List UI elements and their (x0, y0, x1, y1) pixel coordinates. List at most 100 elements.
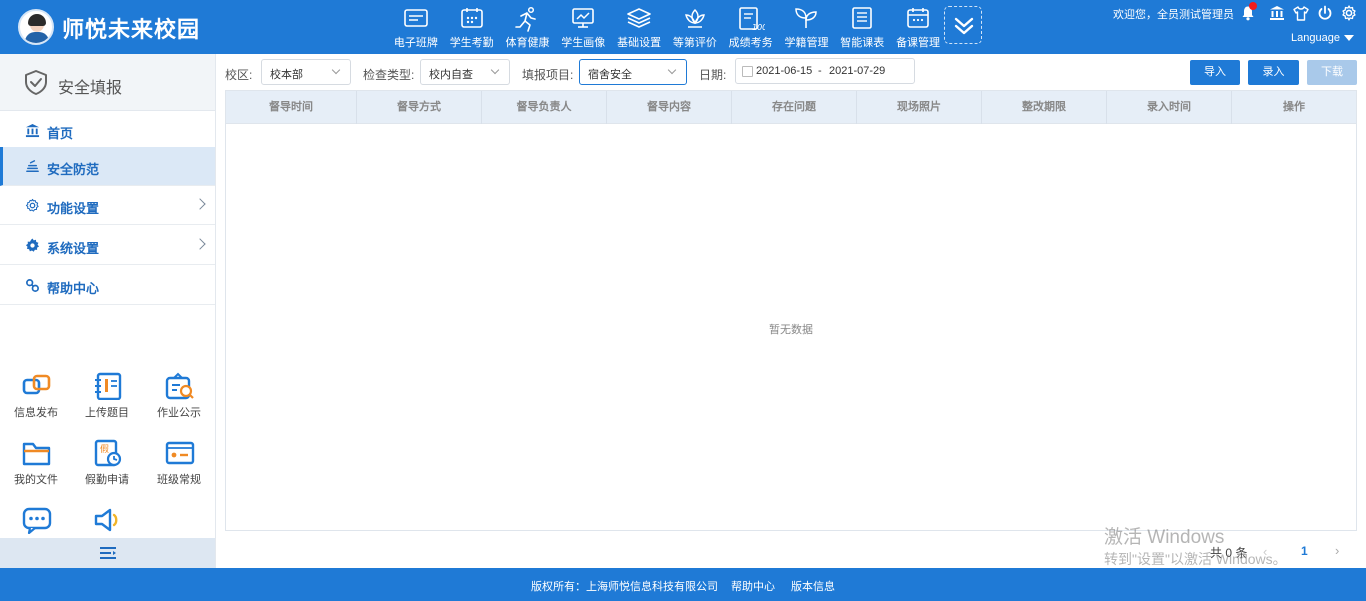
sidebar-item-label: 帮助中心 (47, 281, 100, 296)
notebook-icon (95, 372, 122, 400)
caret-down-icon (1343, 35, 1354, 42)
entry-button[interactable]: 录入 (1248, 60, 1299, 85)
footer: 版权所有：上海师悦信息科技有限公司 帮助中心 版本信息 (0, 568, 1366, 601)
download-button[interactable]: 下载 (1307, 60, 1357, 85)
footer-help-link[interactable]: 帮助中心 (731, 578, 775, 594)
welcome-text: 欢迎您，全员测试管理员 (1113, 9, 1234, 21)
nav-label: 学籍管理 (784, 37, 829, 49)
quick-label: 班级常规 (157, 474, 201, 486)
layers-icon (627, 8, 651, 28)
bank-icon[interactable] (1269, 5, 1285, 21)
nav-item-student-status[interactable]: 学籍管理 (779, 2, 835, 52)
id-card-icon (165, 441, 195, 465)
chevron-down-icon (667, 65, 677, 75)
quick-label: 作业公示 (157, 407, 201, 419)
pagination-page-1[interactable]: 1 (1301, 544, 1308, 558)
lotus-icon (684, 8, 705, 28)
date-separator: - (818, 65, 822, 77)
footer-copyright: 版权所有：上海师悦信息科技有限公司 (531, 581, 718, 593)
runner-icon (515, 6, 537, 32)
nav-more-button[interactable] (944, 6, 982, 44)
column-header: 督导负责人 (482, 91, 607, 124)
leave-form-icon: 假 (94, 439, 122, 467)
sidebar-item-label: 安全防范 (47, 162, 100, 177)
nav-item-attendance[interactable]: 学生考勤 (444, 2, 500, 52)
planner-icon (907, 8, 929, 28)
sidebar-item-system-settings[interactable]: 系统设置 (0, 226, 215, 265)
quick-upload-questions[interactable]: 上传题目 (77, 372, 137, 432)
quick-class-routine[interactable]: 班级常规 (149, 439, 209, 499)
nav-label: 基础设置 (617, 37, 662, 49)
message-cards-icon (22, 374, 51, 395)
column-header: 督导内容 (607, 91, 732, 124)
folder-icon (22, 442, 51, 466)
supervision-table: 督导时间 督导方式 督导负责人 督导内容 存在问题 现场照片 整改期限 录入时间… (225, 90, 1357, 531)
app-title: 师悦未来校园 (62, 17, 201, 42)
check-type-label: 检查类型: (363, 68, 415, 82)
monitor-chart-icon (572, 8, 595, 28)
column-header: 整改期限 (982, 91, 1107, 124)
gear-icon (25, 238, 40, 252)
nav-label: 电子班牌 (393, 37, 438, 49)
report-item-select[interactable]: 宿舍安全 (579, 59, 687, 85)
shirt-icon[interactable] (1293, 5, 1309, 21)
nav-item-student-portrait[interactable]: 学生画像 (555, 2, 611, 52)
quick-my-files[interactable]: 我的文件 (6, 439, 66, 499)
language-dropdown[interactable]: Language (1291, 32, 1354, 44)
sidebar-item-safety-prevention[interactable]: 安全防范 (0, 147, 215, 186)
power-icon[interactable] (1317, 5, 1333, 21)
notification-dot (1249, 2, 1257, 10)
sidebar-item-label: 系统设置 (47, 241, 100, 256)
nav-item-scores-exams[interactable]: 100 成绩考务 (723, 2, 779, 52)
footer-version-link[interactable]: 版本信息 (791, 578, 835, 594)
bank-icon (25, 123, 40, 138)
quick-label: 假勤申请 (85, 474, 129, 486)
nav-item-basic-settings[interactable]: 基础设置 (611, 2, 667, 52)
campus-label: 校区: (225, 68, 253, 82)
sidebar-item-home[interactable]: 首页 (0, 111, 215, 150)
nav-item-smart-timetable[interactable]: 智能课表 (834, 2, 890, 52)
check-type-select[interactable]: 校内自查 (420, 59, 510, 85)
nav-item-grade-evaluation[interactable]: 等第评价 (667, 2, 723, 52)
import-button[interactable]: 导入 (1190, 60, 1240, 85)
nav-label: 备课管理 (896, 37, 941, 49)
language-label: Language (1291, 32, 1340, 44)
column-header: 现场照片 (857, 91, 982, 124)
sprout-icon (795, 8, 818, 28)
chevron-right-icon (194, 238, 206, 250)
speaker-icon (94, 508, 118, 532)
nav-item-electronic-board[interactable]: 电子班牌 (388, 2, 444, 52)
nav-label: 学生考勤 (449, 37, 494, 49)
settings-icon[interactable] (1341, 5, 1357, 21)
date-label: 日期: (699, 68, 727, 82)
nav-item-sports-health[interactable]: 体育健康 (500, 2, 556, 52)
list-sheet-icon (852, 7, 873, 29)
menu-collapse-icon (100, 547, 116, 559)
table-header: 督导时间 督导方式 督导负责人 督导内容 存在问题 现场照片 整改期限 录入时间… (226, 91, 1356, 124)
quick-homework-public[interactable]: 作业公示 (149, 372, 209, 432)
column-header: 操作 (1283, 101, 1305, 113)
sidebar-title: 安全填报 (58, 80, 123, 97)
quick-info-publish[interactable]: 信息发布 (6, 372, 66, 432)
sidebar-header: 安全填报 (0, 54, 215, 111)
nav-item-lesson-prep[interactable]: 备课管理 (890, 2, 946, 52)
double-chevron-down-icon (954, 17, 974, 35)
date-range-picker[interactable]: 2021-06-15 - 2021-07-29 (735, 58, 915, 84)
check-type-value: 校内自查 (429, 69, 473, 81)
sidebar-item-help-center[interactable]: 帮助中心 (0, 266, 215, 305)
campus-select[interactable]: 校本部 (261, 59, 351, 85)
svg-text:100: 100 (752, 23, 765, 32)
top-header: 师悦未来校园 电子班牌 学生考勤 体育健康 学生画像 基础设置 等第评价 100 (0, 0, 1366, 54)
sidebar-item-label: 功能设置 (47, 201, 100, 216)
sidebar-collapse-button[interactable] (0, 538, 215, 568)
quick-leave-application[interactable]: 假 假勤申请 (77, 439, 137, 499)
sidebar-item-function-settings[interactable]: 功能设置 (0, 186, 215, 225)
pagination-next-button[interactable]: › (1335, 543, 1339, 558)
sidebar-item-label: 首页 (47, 126, 74, 141)
card-icon (404, 9, 428, 27)
date-start: 2021-06-15 (756, 65, 813, 77)
gear-outline-icon (25, 198, 39, 212)
chat-bubble-icon (22, 507, 52, 534)
nav-label: 学生画像 (561, 37, 606, 49)
column-header: 督导方式 (357, 91, 482, 124)
